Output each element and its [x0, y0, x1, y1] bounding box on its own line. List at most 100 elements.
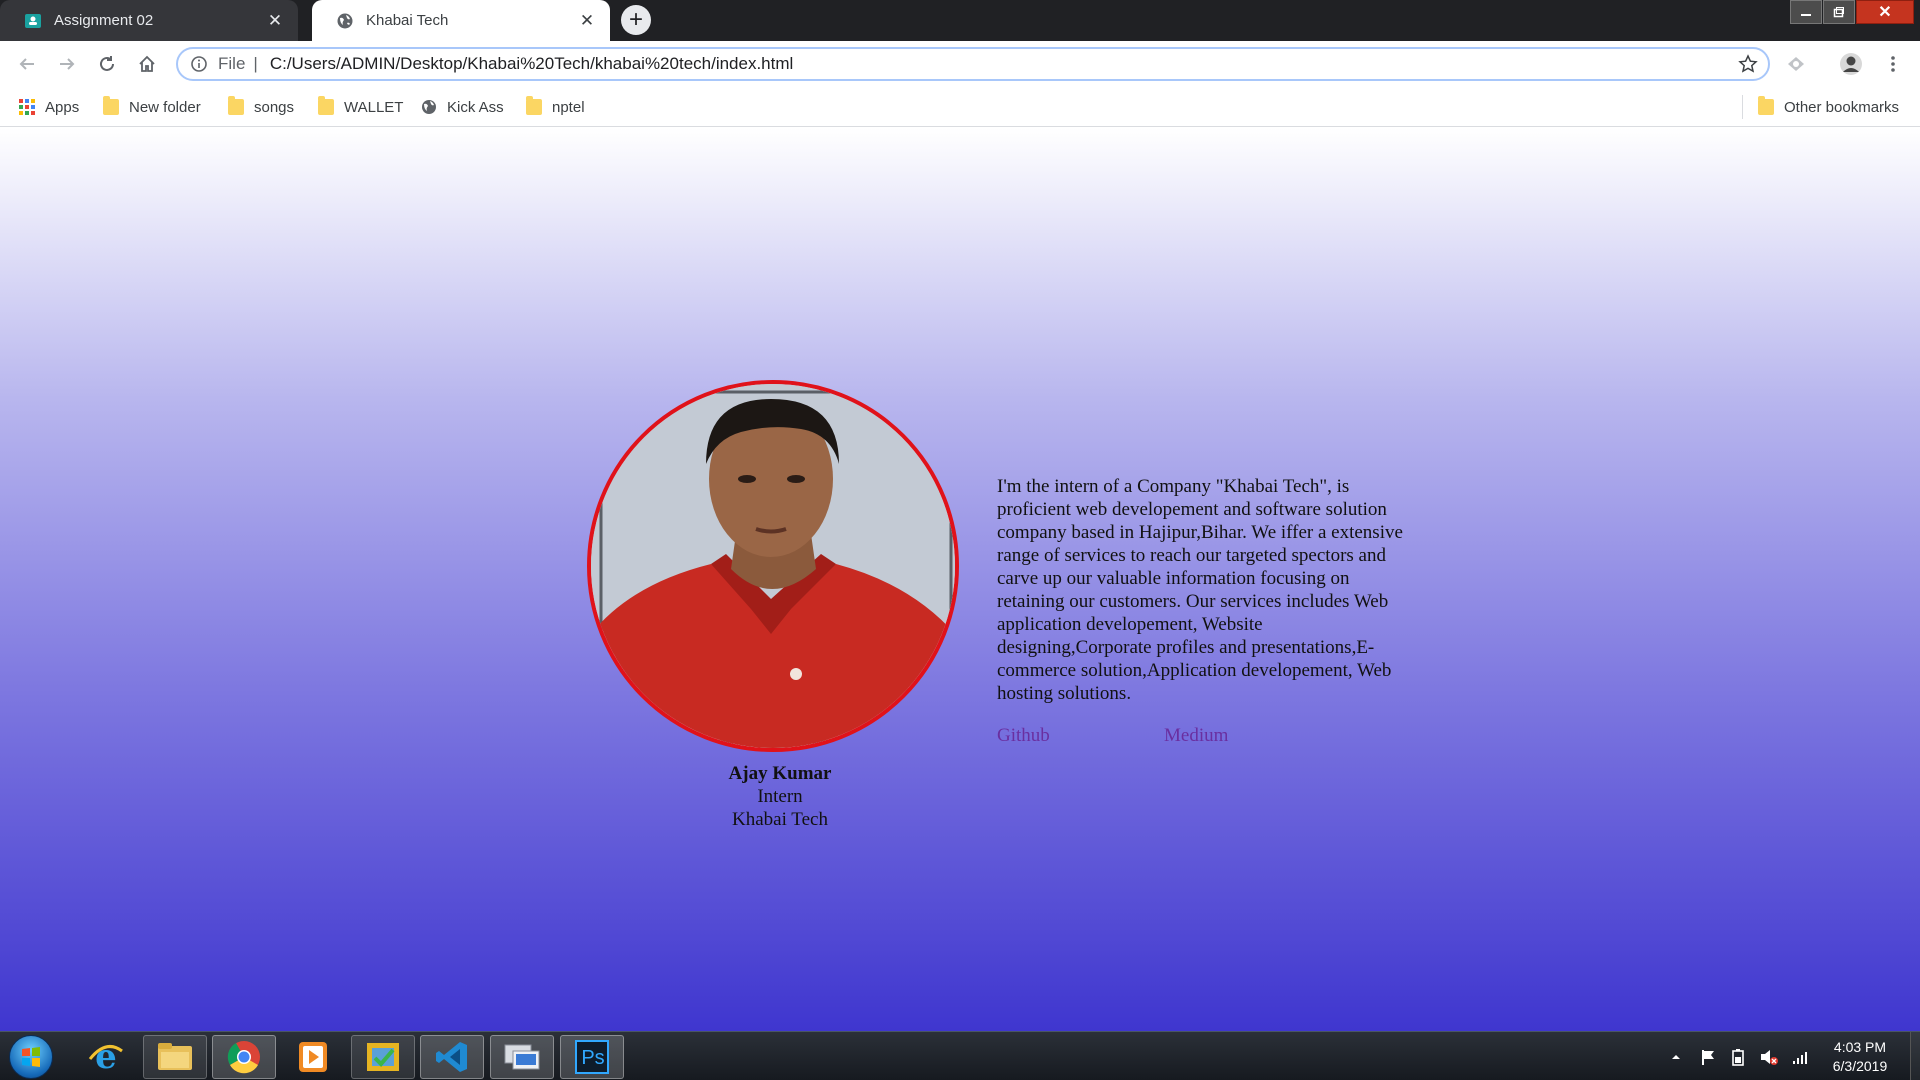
- tab-assignment-02[interactable]: Assignment 02 ✕: [0, 0, 298, 41]
- taskbar-file-explorer[interactable]: [143, 1035, 207, 1079]
- taskbar-remote-desktop[interactable]: [490, 1035, 554, 1079]
- globe-icon: [422, 100, 436, 114]
- close-icon[interactable]: ✕: [266, 11, 284, 31]
- bookmark-label: Apps: [45, 98, 80, 116]
- system-tray: [1669, 1032, 1809, 1080]
- globe-icon: [337, 13, 353, 28]
- info-icon[interactable]: [190, 55, 208, 73]
- bookmark-label: nptel: [552, 98, 585, 116]
- bookmark-label: songs: [254, 98, 295, 116]
- avatar-icon: [1840, 53, 1862, 75]
- show-desktop-button[interactable]: [1910, 1032, 1920, 1080]
- taskbar-photoshop[interactable]: Ps: [560, 1035, 624, 1079]
- restore-icon: [1833, 7, 1844, 18]
- folder-icon: [228, 96, 244, 115]
- person-portrait-image: [591, 384, 955, 748]
- folder-icon: [103, 96, 119, 115]
- volume-muted-icon[interactable]: [1759, 1048, 1779, 1066]
- bookmark-other-bookmarks[interactable]: Other bookmarks: [1758, 87, 1899, 127]
- media-player-icon: [299, 1042, 327, 1072]
- folder-icon: [318, 96, 334, 115]
- bookmark-label: New folder: [129, 98, 201, 116]
- profile-role: Intern: [757, 786, 803, 807]
- windows-logo-icon: [22, 1047, 40, 1067]
- taskbar-chrome[interactable]: [212, 1035, 276, 1079]
- internet-explorer-icon: e: [88, 1037, 123, 1077]
- page-content: Ajay Kumar Intern Khabai Tech I'm the in…: [0, 128, 1920, 1031]
- photoshop-label: Ps: [581, 1046, 605, 1069]
- close-icon: ✕: [1878, 4, 1892, 21]
- network-signal-icon[interactable]: [1791, 1048, 1809, 1066]
- close-window-button[interactable]: ✕: [1856, 0, 1914, 24]
- taskbar-vscode[interactable]: [420, 1035, 484, 1079]
- classroom-icon: [25, 13, 41, 28]
- windows-taskbar: e Ps 4:03 PM 6/3/2019: [0, 1031, 1920, 1080]
- new-tab-button[interactable]: +: [621, 5, 651, 35]
- start-button[interactable]: [9, 1035, 53, 1079]
- battery-icon[interactable]: [1729, 1048, 1747, 1066]
- taskbar-clock[interactable]: 4:03 PM 6/3/2019: [1812, 1038, 1908, 1076]
- back-button[interactable]: [12, 49, 42, 79]
- browser-toolbar: File | C:/Users/ADMIN/Desktop/Khabai%20T…: [0, 41, 1920, 87]
- reload-icon: [100, 56, 114, 71]
- address-url[interactable]: C:/Users/ADMIN/Desktop/Khabai%20Tech/kha…: [270, 54, 793, 74]
- forward-arrow-icon: [60, 58, 75, 70]
- menu-button[interactable]: [1878, 49, 1908, 79]
- address-bar[interactable]: File | C:/Users/ADMIN/Desktop/Khabai%20T…: [176, 47, 1770, 81]
- address-scheme-label: File: [218, 54, 246, 73]
- profile-name: Ajay Kumar: [728, 763, 832, 784]
- bookmarks-bar: Apps New folder songs WALLET Kick Ass np…: [0, 87, 1920, 127]
- profile-bio: I'm the intern of a Company "Khabai Tech…: [997, 476, 1403, 704]
- github-link[interactable]: Github: [997, 725, 1050, 747]
- tab-title: Khabai Tech: [366, 12, 449, 29]
- home-button[interactable]: [132, 49, 162, 79]
- bookmark-label: Other bookmarks: [1784, 98, 1900, 116]
- browser-tab-strip: Assignment 02 ✕ Khabai Tech ✕ + ✕: [0, 0, 1920, 41]
- plus-icon: +: [628, 6, 643, 33]
- minimize-button[interactable]: [1790, 0, 1822, 24]
- chrome-icon: [227, 1041, 260, 1074]
- extension-icon: [1788, 57, 1804, 71]
- taskbar-media-player[interactable]: [281, 1035, 345, 1079]
- profile-caption: Ajay Kumar Intern Khabai Tech: [620, 762, 940, 831]
- tab-title: Assignment 02: [54, 12, 154, 29]
- reload-button[interactable]: [92, 49, 122, 79]
- bookmark-songs[interactable]: songs: [228, 87, 294, 127]
- bookmark-apps[interactable]: Apps: [19, 87, 79, 127]
- taskbar-windows-tool[interactable]: [351, 1035, 415, 1079]
- back-arrow-icon: [19, 58, 34, 70]
- bookmarks-divider: [1742, 95, 1743, 119]
- bookmark-label: WALLET: [344, 98, 404, 116]
- extension-button[interactable]: [1781, 49, 1811, 79]
- apps-grid-icon: [19, 99, 35, 115]
- bookmark-kick-ass[interactable]: Kick Ass: [421, 87, 504, 127]
- address-separator: |: [253, 54, 258, 73]
- clock-time: 4:03 PM: [1833, 1039, 1887, 1055]
- profile-company: Khabai Tech: [732, 809, 828, 830]
- folder-icon: [1758, 96, 1774, 115]
- folder-icon: [526, 96, 542, 115]
- clock-date: 6/3/2019: [1832, 1058, 1888, 1074]
- bookmark-nptel[interactable]: nptel: [526, 87, 585, 127]
- taskbar-internet-explorer[interactable]: e: [74, 1035, 138, 1079]
- medium-link[interactable]: Medium: [1164, 725, 1228, 747]
- maximize-button[interactable]: [1823, 0, 1855, 24]
- minimize-icon: [1801, 14, 1811, 16]
- forward-button[interactable]: [52, 49, 82, 79]
- action-center-flag-icon[interactable]: [1699, 1048, 1717, 1066]
- home-icon: [139, 55, 155, 72]
- close-icon[interactable]: ✕: [578, 11, 596, 31]
- remote-desktop-icon: [504, 1044, 540, 1070]
- bookmark-wallet[interactable]: WALLET: [318, 87, 403, 127]
- more-vert-icon: [1891, 56, 1895, 72]
- show-hidden-icons-icon[interactable]: [1669, 1050, 1683, 1064]
- tab-khabai-tech[interactable]: Khabai Tech ✕: [312, 0, 610, 41]
- vscode-icon: [436, 1042, 467, 1072]
- bookmark-label: Kick Ass: [447, 98, 504, 116]
- bookmark-star-icon[interactable]: [1738, 54, 1758, 74]
- folder-explorer-icon: [158, 1043, 192, 1070]
- profile-photo: [587, 380, 959, 752]
- profile-avatar-button[interactable]: [1836, 49, 1866, 79]
- bookmark-new-folder[interactable]: New folder: [103, 87, 201, 127]
- checklist-tool-icon: [367, 1043, 399, 1071]
